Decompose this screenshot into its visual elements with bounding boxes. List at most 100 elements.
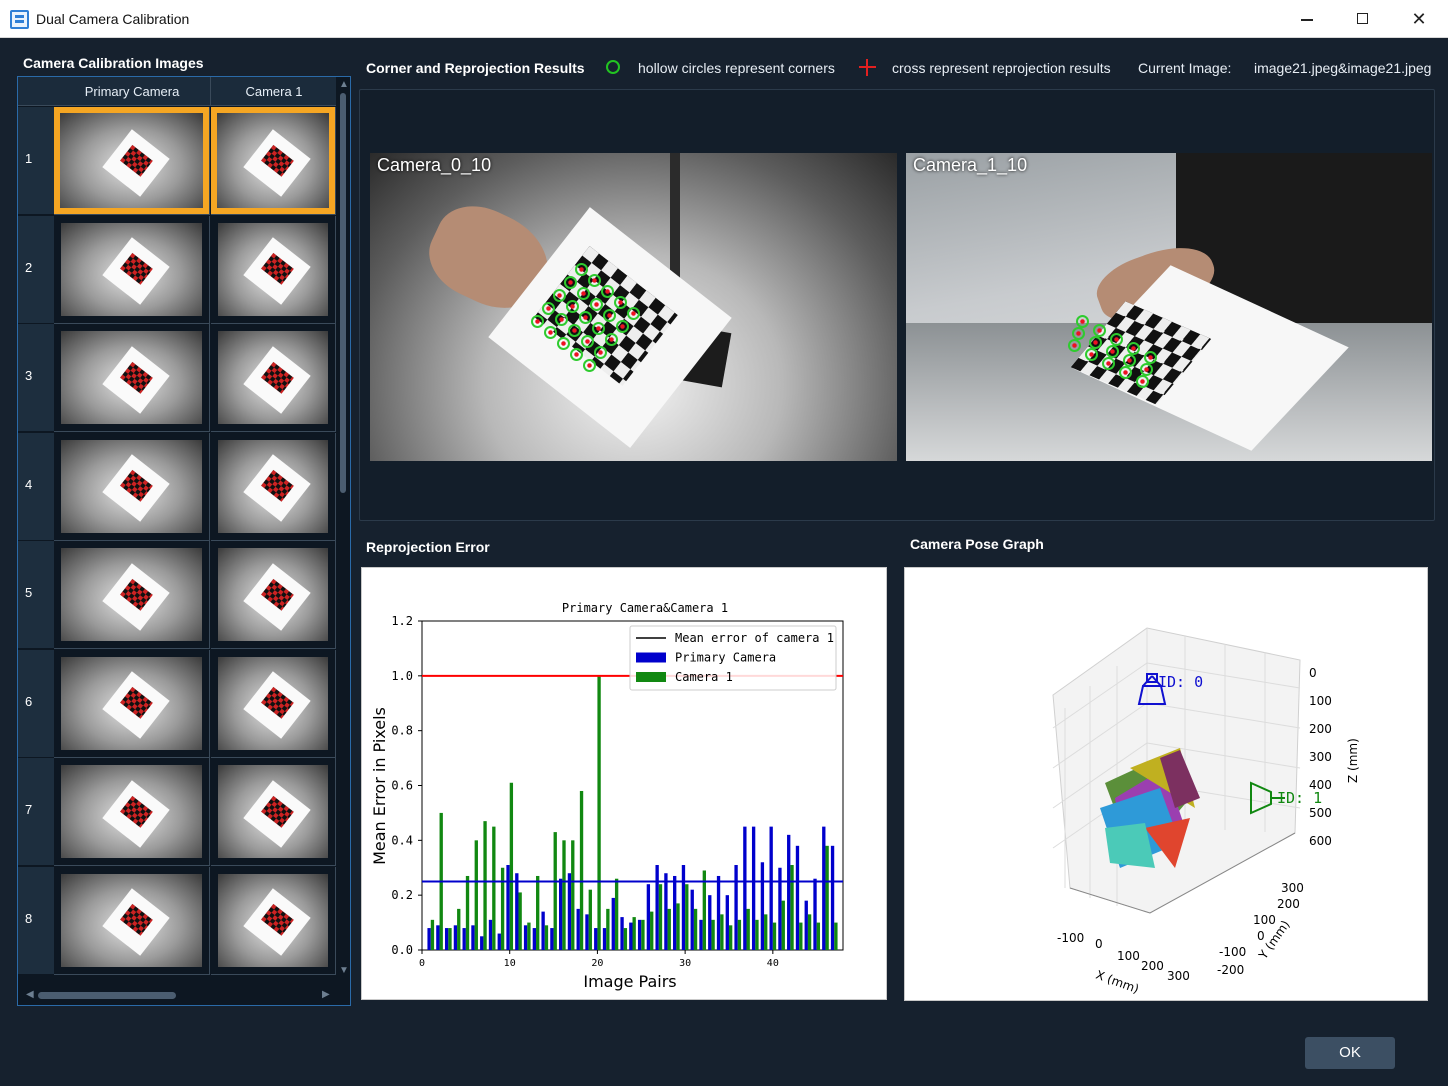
- primary-camera-bar: [655, 865, 659, 950]
- corner-marker: [544, 326, 557, 339]
- primary-thumbnail[interactable]: [54, 324, 210, 432]
- primary-camera-bar: [751, 826, 756, 950]
- primary-camera-bar: [532, 928, 537, 950]
- primary-camera-bar: [787, 834, 791, 950]
- camera1-bar: [781, 900, 785, 950]
- x-tick-label: 30: [679, 958, 691, 969]
- corner-marker: [555, 313, 568, 326]
- scroll-down-icon[interactable]: ▼: [339, 965, 349, 976]
- camera1-bar: [728, 925, 733, 950]
- y-tick-label: 0.8: [391, 724, 413, 738]
- pose-y-tick: 0: [1257, 929, 1265, 943]
- camera1-bar: [553, 832, 557, 950]
- primary-camera-bar: [488, 919, 493, 950]
- primary-thumbnail[interactable]: [54, 432, 210, 541]
- primary-camera-bar: [664, 873, 668, 950]
- primary-thumbnail[interactable]: [54, 107, 210, 215]
- camera1-bar: [641, 919, 645, 950]
- column-header-primary[interactable]: Primary Camera: [54, 84, 210, 99]
- x-tick-label: 20: [591, 958, 603, 969]
- row-number[interactable]: 3: [18, 324, 54, 432]
- thumbnail-image: [218, 873, 328, 967]
- corner-marker: [627, 307, 640, 320]
- camera-1-image[interactable]: Camera_1_10: [906, 153, 1432, 461]
- row-number[interactable]: 8: [18, 866, 54, 975]
- primary-thumbnail[interactable]: [54, 541, 210, 649]
- x-axis-label: Image Pairs: [583, 972, 676, 991]
- camera1-bar: [816, 922, 821, 950]
- camera1-bar: [746, 908, 750, 950]
- row-number[interactable]: 2: [18, 215, 54, 324]
- camera1-bar: [711, 919, 715, 950]
- camera1-thumbnail[interactable]: [211, 758, 336, 866]
- row-number[interactable]: 6: [18, 649, 54, 758]
- camera1-bar: [676, 903, 680, 950]
- scroll-left-icon[interactable]: ◀: [26, 989, 34, 1000]
- corner-marker: [583, 359, 596, 372]
- camera-pose-plot: ID: 0 ID: 1 0 100 200 300 400 500 600 -100 0 100…: [904, 567, 1428, 1001]
- maximize-icon: [1357, 13, 1368, 24]
- camera1-bar: [720, 914, 724, 950]
- primary-thumbnail[interactable]: [54, 649, 210, 758]
- row-number[interactable]: 4: [18, 432, 54, 541]
- scroll-up-icon[interactable]: ▲: [339, 79, 349, 90]
- row-number[interactable]: 1: [18, 107, 54, 215]
- thumbnail-image: [218, 331, 328, 424]
- primary-camera-bar: [830, 845, 835, 950]
- camera-1-label: Camera_1_10: [913, 155, 1028, 175]
- legend-swatch: [636, 672, 666, 682]
- corner-marker: [581, 335, 594, 348]
- calibration-images-title: Camera Calibration Images: [23, 55, 204, 71]
- minimize-button[interactable]: [1284, 4, 1330, 34]
- camera1-bar: [465, 875, 470, 950]
- camera1-bar: [606, 908, 610, 950]
- close-button[interactable]: ✕: [1396, 4, 1442, 34]
- camera1-thumbnail[interactable]: [211, 866, 336, 975]
- pose-z-tick: 300: [1309, 750, 1332, 764]
- reprojection-error-title: Reprojection Error: [366, 539, 490, 555]
- corner-marker: [1119, 366, 1132, 379]
- corner-marker: [603, 309, 616, 322]
- maximize-button[interactable]: [1340, 4, 1386, 34]
- vertical-scrollbar[interactable]: ▲ ▼: [336, 77, 350, 979]
- thumbnail-image: [61, 548, 202, 641]
- legend-cross-text: cross represent reprojection results: [892, 60, 1111, 76]
- camera1-thumbnail[interactable]: [211, 432, 336, 541]
- primary-camera-bar: [769, 826, 773, 950]
- chart-title: Primary Camera&Camera 1: [562, 601, 728, 615]
- camera1-thumbnail[interactable]: [211, 649, 336, 758]
- primary-camera-bar: [637, 919, 642, 950]
- camera1-bar: [658, 884, 663, 950]
- primary-thumbnail[interactable]: [54, 215, 210, 324]
- primary-camera-bar: [550, 928, 554, 950]
- primary-camera-bar: [822, 826, 826, 950]
- camera1-bar: [536, 875, 540, 950]
- primary-camera-bar: [576, 908, 580, 950]
- row-number[interactable]: 5: [18, 541, 54, 649]
- scroll-right-icon[interactable]: ▶: [322, 989, 330, 1000]
- camera1-thumbnail[interactable]: [211, 215, 336, 324]
- camera1-thumbnail[interactable]: [211, 107, 336, 215]
- primary-camera-bar: [734, 865, 738, 950]
- corner-marker: [616, 320, 629, 333]
- row-number[interactable]: 7: [18, 758, 54, 866]
- thumbnail-image: [218, 765, 328, 858]
- ok-button[interactable]: OK: [1305, 1037, 1395, 1069]
- primary-thumbnail[interactable]: [54, 866, 210, 975]
- column-header-camera1[interactable]: Camera 1: [212, 84, 336, 99]
- vertical-scroll-thumb[interactable]: [340, 93, 346, 493]
- primary-thumbnail[interactable]: [54, 758, 210, 866]
- reprojection-error-plot: Primary Camera&Camera 1 0.0 0.2 0.4 0.6 0.8 1…: [361, 567, 887, 1000]
- pose-z-label: Z (mm): [1346, 738, 1360, 783]
- x-tick-label: 0: [419, 958, 425, 969]
- horizontal-scroll-thumb[interactable]: [38, 992, 176, 999]
- thumbnail-image: [218, 439, 328, 533]
- pose-z-tick: 500: [1309, 806, 1332, 820]
- current-image-label: Current Image:: [1138, 60, 1232, 76]
- camera1-bar: [614, 878, 619, 950]
- camera1-thumbnail[interactable]: [211, 324, 336, 432]
- camera1-thumbnail[interactable]: [211, 541, 336, 649]
- horizontal-scrollbar[interactable]: ◀ ▶: [18, 987, 336, 1003]
- camera-0-image[interactable]: Camera_0_10: [370, 153, 897, 461]
- corner-marker: [553, 289, 566, 302]
